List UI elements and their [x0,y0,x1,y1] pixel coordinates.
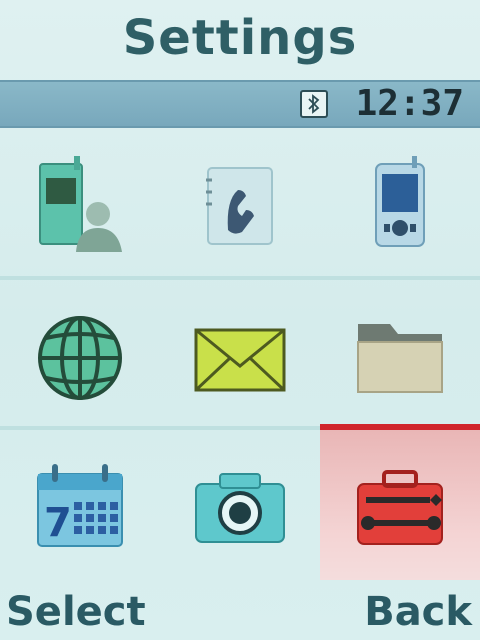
menu-item-display-settings[interactable] [320,128,480,278]
toolbox-settings-icon [357,470,443,545]
menu-item-files[interactable] [320,280,480,430]
phone-profile-icon [39,156,122,252]
folder-icon [357,324,443,393]
menu-item-settings-tools[interactable] [320,424,480,580]
menu-item-network[interactable] [0,280,160,430]
call-settings-icon [206,167,273,245]
menu-item-phone-profile[interactable] [0,128,160,278]
page-title: Settings [122,10,358,66]
bluetooth-icon [300,90,328,118]
messages-envelope-icon [194,328,286,392]
softkey-bar: Select Back [0,584,480,640]
menu-item-messages[interactable] [160,280,320,430]
camera-icon [195,473,285,543]
status-bar: 12:37 [0,80,480,128]
back-softkey[interactable]: Back [364,584,472,640]
network-globe-icon [38,316,122,400]
menu-grid: 7 [0,128,480,580]
menu-item-calendar[interactable]: 7 [0,430,160,580]
menu-item-camera[interactable] [160,430,320,580]
menu-item-call-settings[interactable] [160,128,320,278]
clock: 12:37 [355,83,464,124]
display-settings-icon [375,156,425,247]
svg-text:7: 7 [44,500,72,546]
calendar-icon: 7 [37,464,123,547]
phone-screen: Settings 12:37 7 Select Back [0,0,480,640]
select-softkey[interactable]: Select [6,584,146,640]
